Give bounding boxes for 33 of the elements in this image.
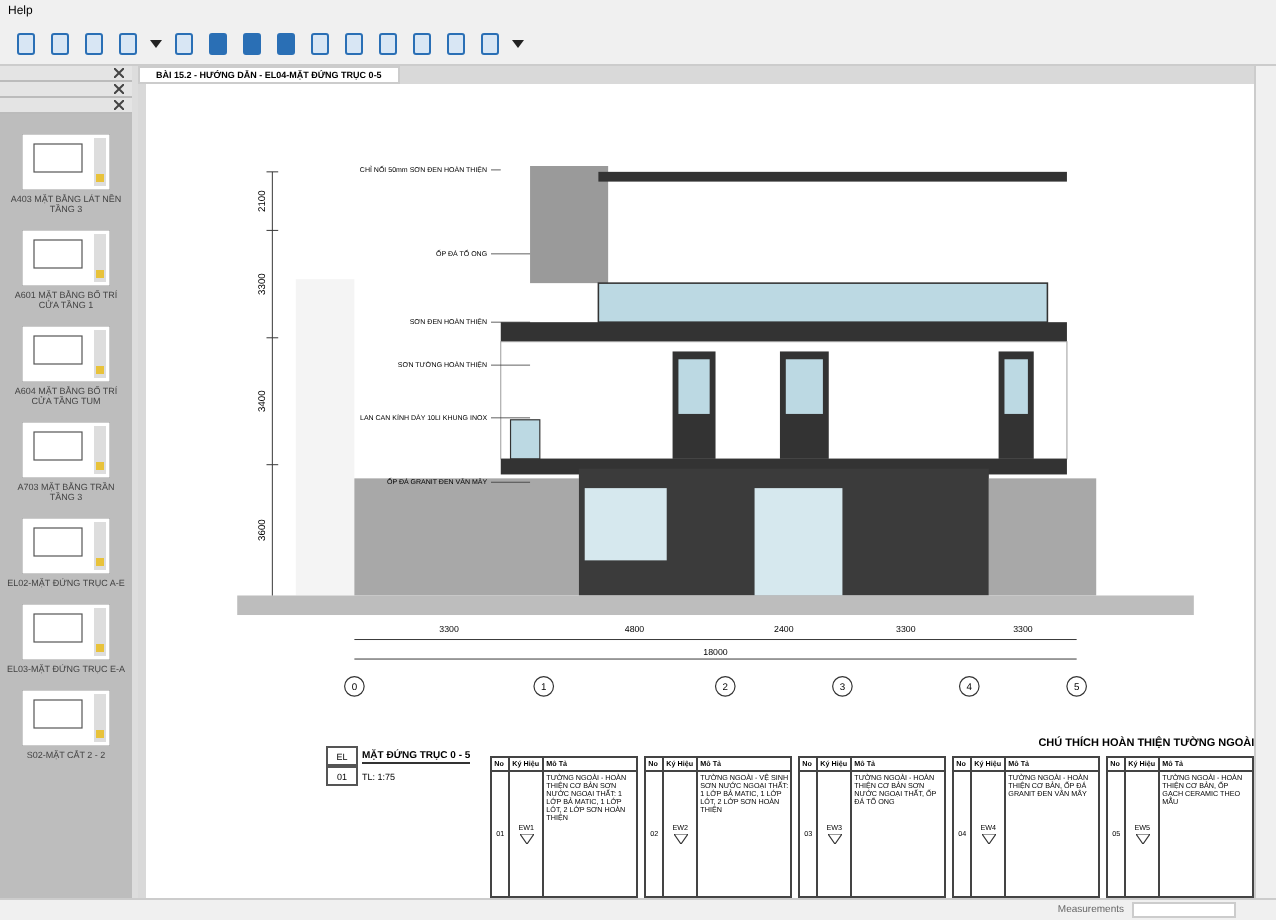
grid-bubble [714,676,736,698]
grid-bubble [958,676,980,698]
leader-line [490,321,531,323]
leader-line [490,253,531,255]
grid-bubble [832,676,853,698]
grid-bubble [533,676,555,698]
leader-line [490,481,531,483]
grid-bubble [1066,676,1087,698]
page-thumbnail[interactable] [22,422,110,478]
page-thumbnail[interactable] [22,604,110,660]
panel-header[interactable] [0,66,132,82]
caret-icon[interactable] [148,36,164,52]
triangle-icon [827,834,842,844]
triangle-icon [1135,834,1150,844]
page-thumbnail[interactable] [22,326,110,382]
panel-header[interactable] [0,98,132,114]
caret-icon[interactable] [510,36,526,52]
leader-line [490,364,531,366]
triangle-icon [981,834,996,844]
page-thumbnail[interactable] [22,690,110,746]
close-icon[interactable] [114,84,124,94]
close-icon[interactable] [114,68,124,78]
panel-header[interactable] [0,82,132,98]
triangle-icon [673,834,688,844]
page-thumbnail[interactable] [22,134,110,190]
leader-line [490,169,502,171]
measurements-field[interactable] [1132,902,1236,918]
close-icon[interactable] [114,100,124,110]
triangle-icon [519,834,534,844]
leader-line [490,417,531,419]
grid-bubble [344,676,365,698]
page-thumbnail[interactable] [22,518,110,574]
page-thumbnail[interactable] [22,230,110,286]
